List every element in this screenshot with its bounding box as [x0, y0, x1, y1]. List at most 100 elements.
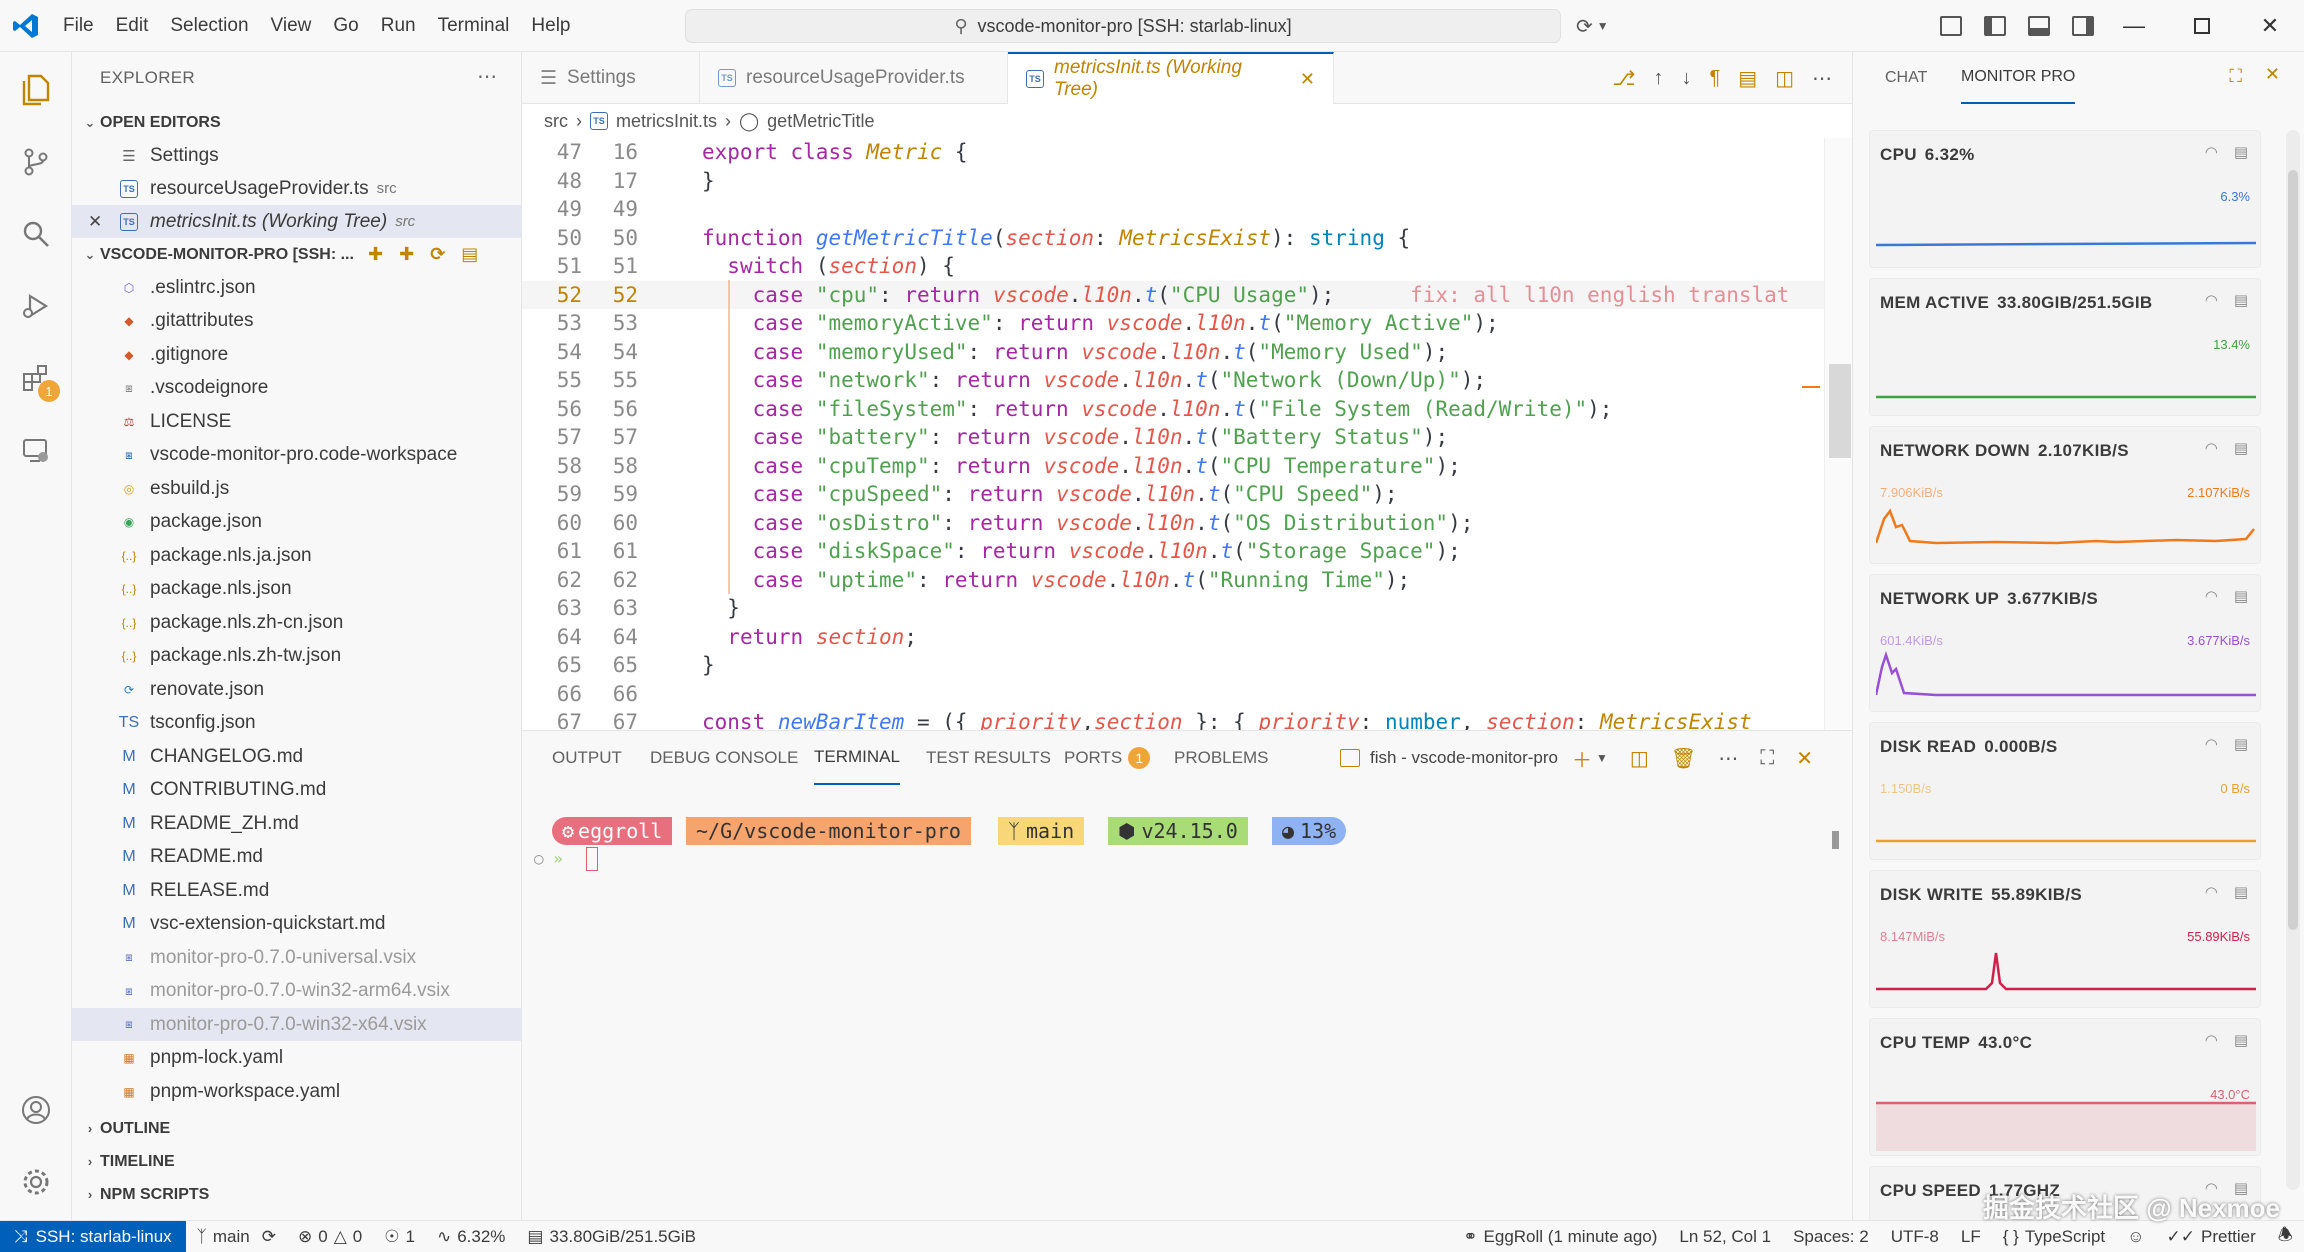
menu-icon[interactable]: ▤: [2234, 291, 2248, 309]
file-item[interactable]: ⧆ monitor-pro-0.7.0-win32-x64.vsix: [72, 1008, 522, 1041]
metric-card[interactable]: CPU TEMP 43.0°C ◠ ▤ 43.0°C: [1869, 1018, 2261, 1156]
close-panel-icon[interactable]: ✕: [1796, 746, 1813, 771]
metric-card[interactable]: DISK WRITE 55.89KIB/S ◠ ▤ 8.147MiB/s 55.89KiB…: [1869, 870, 2261, 1008]
file-item[interactable]: ◆ .gitattributes: [72, 305, 522, 338]
menu-help[interactable]: Help: [520, 0, 581, 52]
menu-icon[interactable]: ▤: [2234, 735, 2248, 753]
refresh-icon[interactable]: ⟳: [430, 244, 445, 265]
new-terminal-icon[interactable]: ＋: [1572, 744, 1592, 773]
file-item[interactable]: ⚖ LICENSE: [72, 405, 522, 438]
metric-card[interactable]: NETWORK UP 3.677KIB/S ◠ ▤ 601.4KiB/s 3.677KiB…: [1869, 574, 2261, 712]
command-center[interactable]: ⚲ vscode-monitor-pro [SSH: starlab-linux…: [685, 9, 1561, 43]
menu-icon[interactable]: ▤: [2234, 143, 2248, 161]
code-editor[interactable]: 47 16 export class Metric { 48 17} 49 49 50 5…: [522, 138, 1852, 730]
toggle-secondary-sidebar-icon[interactable]: [2072, 16, 2094, 36]
git-branch-status[interactable]: ᛉ main ⟳: [186, 1227, 287, 1247]
breadcrumb-symbol[interactable]: getMetricTitle: [767, 111, 874, 132]
more-actions-icon[interactable]: ⋯: [1718, 746, 1738, 771]
close-tab-icon[interactable]: ✕: [1300, 69, 1315, 90]
show-whitespace-icon[interactable]: ¶: [1709, 67, 1720, 90]
maximize-panel-icon[interactable]: ⛶: [1760, 747, 1774, 770]
copilot-menu[interactable]: ⟳ ▼: [1576, 0, 1609, 52]
encoding[interactable]: UTF-8: [1880, 1227, 1950, 1247]
end-of-line[interactable]: LF: [1950, 1227, 1992, 1247]
file-item[interactable]: ⟳ renovate.json: [72, 673, 522, 706]
refresh-icon[interactable]: ◠: [2205, 587, 2218, 605]
menu-selection[interactable]: Selection: [159, 0, 259, 52]
remote-explorer-icon[interactable]: [14, 428, 58, 472]
more-actions-icon[interactable]: ⋯: [1812, 66, 1832, 91]
file-item[interactable]: M RELEASE.md: [72, 874, 522, 907]
metric-card[interactable]: DISK READ 0.000B/S ◠ ▤ 1.150B/s 0 B/s: [1869, 722, 2261, 860]
remote-indicator[interactable]: ⤨ SSH: starlab-linux: [0, 1220, 186, 1252]
refresh-icon[interactable]: ◠: [2205, 735, 2218, 753]
maximize-view-icon[interactable]: ⛶: [2229, 66, 2242, 87]
menu-icon[interactable]: ▤: [2234, 587, 2248, 605]
new-file-icon[interactable]: ✚: [368, 244, 383, 265]
menu-go[interactable]: Go: [322, 0, 369, 52]
extensions-icon[interactable]: 1: [14, 356, 60, 402]
file-item[interactable]: {..} package.nls.json: [72, 573, 522, 606]
customize-layout-icon[interactable]: [1940, 16, 1962, 36]
tab-debug-console[interactable]: DEBUG CONSOLE: [650, 731, 798, 785]
next-change-icon[interactable]: ↓: [1681, 67, 1691, 90]
refresh-icon[interactable]: ◠: [2205, 291, 2218, 309]
metric-card[interactable]: NETWORK DOWN 2.107KIB/S ◠ ▤ 7.906KiB/s 2.107K…: [1869, 426, 2261, 564]
file-item[interactable]: ▦ pnpm-lock.yaml: [72, 1042, 522, 1075]
close-view-icon[interactable]: ✕: [2265, 64, 2280, 85]
tab-settings[interactable]: ☰ Settings: [522, 52, 700, 104]
prettier-status[interactable]: ✓✓ Prettier: [2155, 1227, 2266, 1247]
split-terminal-icon[interactable]: ◫: [1630, 746, 1649, 771]
menu-icon[interactable]: ▤: [2234, 439, 2248, 457]
open-editor-resource-usage[interactable]: TS resourceUsageProvider.ts src: [72, 172, 522, 205]
git-blame-status[interactable]: ⚭ EggRoll (1 minute ago): [1452, 1227, 1668, 1247]
minimize-button[interactable]: —: [2100, 0, 2168, 52]
explorer-icon[interactable]: [14, 68, 58, 112]
outline-header[interactable]: › OUTLINE: [72, 1112, 522, 1145]
refresh-icon[interactable]: ◠: [2205, 883, 2218, 901]
file-item[interactable]: M README_ZH.md: [72, 807, 522, 840]
maximize-button[interactable]: [2168, 0, 2236, 52]
manage-gear-icon[interactable]: [14, 1160, 58, 1204]
menu-file[interactable]: File: [52, 0, 105, 52]
accounts-icon[interactable]: [14, 1088, 58, 1132]
tab-output[interactable]: OUTPUT: [552, 731, 622, 785]
tab-test-results[interactable]: TEST RESULTS: [926, 731, 1051, 785]
search-view-icon[interactable]: [14, 212, 58, 256]
file-item[interactable]: ⧆ monitor-pro-0.7.0-universal.vsix: [72, 941, 522, 974]
source-control-icon[interactable]: [14, 140, 58, 184]
breadcrumb-file[interactable]: metricsInit.ts: [616, 111, 717, 132]
tab-resource-usage-provider[interactable]: TS resourceUsageProvider.ts: [700, 52, 1008, 104]
breadcrumb-folder[interactable]: src: [544, 111, 568, 132]
tab-terminal[interactable]: TERMINAL: [814, 731, 900, 785]
file-item[interactable]: TS tsconfig.json: [72, 707, 522, 740]
monitor-scrollbar[interactable]: [2286, 130, 2300, 1190]
file-item[interactable]: M CHANGELOG.md: [72, 740, 522, 773]
collapse-all-icon[interactable]: ▤: [461, 244, 478, 265]
language-mode[interactable]: { } TypeScript: [1992, 1227, 2116, 1247]
previous-change-icon[interactable]: ↑: [1653, 67, 1663, 90]
npm-scripts-header[interactable]: › NPM SCRIPTS: [72, 1178, 522, 1211]
menu-icon[interactable]: ▤: [2234, 1031, 2248, 1049]
terminal-cursor[interactable]: [586, 847, 598, 871]
menu-edit[interactable]: Edit: [105, 0, 160, 52]
trash-icon[interactable]: 🗑: [1671, 746, 1696, 771]
menu-terminal[interactable]: Terminal: [427, 0, 521, 52]
file-item[interactable]: ⧆ .vscodeignore: [72, 372, 522, 405]
new-folder-icon[interactable]: ✚: [399, 244, 414, 265]
file-item[interactable]: {..} package.nls.zh-tw.json: [72, 640, 522, 673]
open-editor-settings[interactable]: ☰ Settings: [72, 139, 522, 172]
open-editor-metrics-init[interactable]: ✕ TS metricsInit.ts (Working Tree) src: [72, 205, 522, 238]
file-item[interactable]: {..} package.nls.zh-cn.json: [72, 606, 522, 639]
workspace-folder-header[interactable]: ⌄ VSCODE-MONITOR-PRO [SSH: ... ✚ ✚ ⟳ ▤: [72, 238, 522, 271]
file-item[interactable]: ▦ pnpm-workspace.yaml: [72, 1075, 522, 1108]
menu-icon[interactable]: ▤: [2234, 883, 2248, 901]
file-item[interactable]: ⧆ monitor-pro-0.7.0-win32-arm64.vsix: [72, 975, 522, 1008]
file-item[interactable]: ◆ .gitignore: [72, 338, 522, 371]
close-window-button[interactable]: ✕: [2236, 0, 2304, 52]
indentation[interactable]: Spaces: 2: [1782, 1227, 1880, 1247]
tab-ports[interactable]: PORTS 1: [1064, 731, 1151, 785]
metric-card[interactable]: MEM ACTIVE 33.80GIB/251.5GIB ◠ ▤ 13.4%: [1869, 278, 2261, 416]
file-item[interactable]: ◎ esbuild.js: [72, 472, 522, 505]
cursor-position[interactable]: Ln 52, Col 1: [1668, 1227, 1782, 1247]
